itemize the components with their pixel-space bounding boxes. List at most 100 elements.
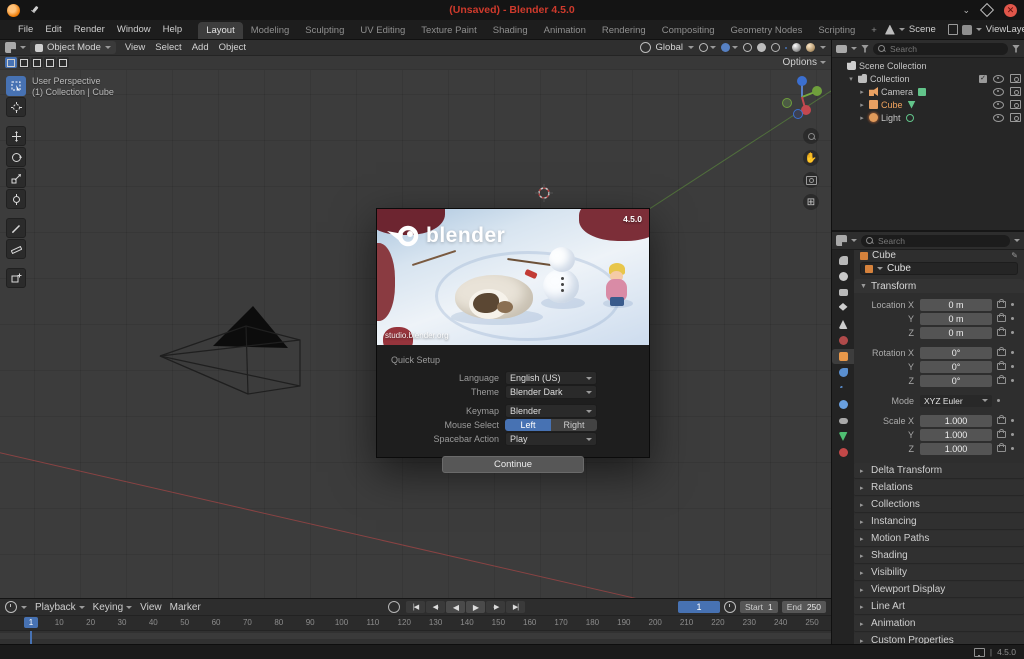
workspace-tab-texture-paint[interactable]: Texture Paint [413, 22, 484, 39]
gizmo-y-axis-negative[interactable] [783, 99, 792, 108]
3d-viewport[interactable]: Options User Perspective (1) Collection … [0, 56, 831, 598]
gizmo-y-axis[interactable] [812, 86, 822, 96]
panel-instancing[interactable]: ▸Instancing [854, 514, 1024, 530]
viewport-shading-solid-icon[interactable] [785, 47, 787, 49]
prev-keyframe-button[interactable]: ◀· [426, 601, 445, 613]
outliner-search-input[interactable] [888, 43, 1003, 55]
workspace-tab-shading[interactable]: Shading [485, 22, 536, 39]
keymap-select[interactable]: Blender [505, 404, 597, 418]
animate-dot-icon[interactable] [1011, 433, 1014, 436]
lock-icon[interactable] [997, 445, 1006, 452]
properties-tab-tool[interactable] [832, 253, 854, 268]
show-overlays-toggle[interactable] [757, 43, 766, 52]
outliner-filter-icon[interactable] [1012, 45, 1020, 53]
panel-animation[interactable]: ▸Animation [854, 616, 1024, 632]
select-mode-set-button[interactable] [5, 57, 17, 68]
add-cube-tool[interactable] [6, 268, 26, 288]
current-frame-marker[interactable]: 1 [24, 617, 38, 628]
hide-in-viewport-eye-icon[interactable] [993, 114, 1004, 122]
panel-viewport-display[interactable]: ▸Viewport Display [854, 582, 1024, 598]
current-frame-indicator[interactable] [30, 631, 32, 644]
view-layer-dropdown-caret[interactable] [976, 28, 982, 31]
mode-selector[interactable]: Object Mode [30, 41, 116, 54]
number-field[interactable]: 1.000 [920, 429, 992, 441]
camera-object[interactable] [148, 298, 318, 398]
workspace-tab-animation[interactable]: Animation [536, 22, 594, 39]
menu-help[interactable]: Help [157, 20, 189, 39]
animate-dot-icon[interactable] [1011, 365, 1014, 368]
panel-line-art[interactable]: ▸Line Art [854, 599, 1024, 615]
viewport-menu-object[interactable]: Object [214, 42, 251, 53]
add-workspace-button[interactable]: + [863, 22, 885, 39]
outliner-row-collection[interactable]: ▾Collection✓ [832, 72, 1024, 85]
continue-button[interactable]: Continue [442, 456, 584, 473]
options-dropdown[interactable]: Options [783, 57, 826, 68]
timeline-menu-playback[interactable]: Playback [31, 602, 89, 613]
properties-tab-output[interactable] [832, 285, 854, 300]
properties-editor-caret[interactable] [851, 239, 857, 242]
workspace-tab-rendering[interactable]: Rendering [594, 22, 654, 39]
timeline-menu-keying[interactable]: Keying [89, 602, 137, 613]
select-box-tool[interactable] [6, 76, 26, 96]
network-status-icon[interactable] [974, 648, 985, 657]
menu-edit[interactable]: Edit [39, 20, 67, 39]
twisty-icon[interactable]: ▸ [858, 101, 866, 109]
number-field[interactable]: 0 m [920, 299, 992, 311]
properties-tab-scene[interactable] [832, 317, 854, 332]
disable-in-renders-camera-icon[interactable] [1010, 74, 1021, 83]
viewport-shading-wireframe-icon[interactable] [771, 43, 780, 52]
play-button[interactable]: ▶ [466, 601, 485, 613]
auto-keying-toggle[interactable] [388, 601, 400, 613]
twisty-icon[interactable]: ▸ [858, 88, 866, 96]
lock-icon[interactable] [997, 349, 1006, 356]
orientation-caret[interactable] [688, 46, 694, 49]
workspace-tab-compositing[interactable]: Compositing [654, 22, 723, 39]
scale-tool[interactable] [6, 168, 26, 188]
proportional-editing-toggle[interactable] [721, 43, 738, 52]
window-minimize-button[interactable]: ⌄ [962, 6, 970, 15]
number-field[interactable]: 1.000 [920, 415, 992, 427]
panel-visibility[interactable]: ▸Visibility [854, 565, 1024, 581]
properties-tab-physics[interactable] [832, 397, 854, 412]
annotate-tool[interactable] [6, 218, 26, 238]
properties-editor-icon[interactable] [836, 235, 847, 246]
lock-icon[interactable] [997, 315, 1006, 322]
select-mode-intersect-button[interactable] [57, 57, 69, 68]
select-mode-subtract-button[interactable] [31, 57, 43, 68]
workspace-tab-uv-editing[interactable]: UV Editing [352, 22, 413, 39]
timeline-menu-marker[interactable]: Marker [166, 602, 205, 613]
scene-selector[interactable]: Scene [909, 24, 944, 35]
jump-to-end-button[interactable]: ▶| [506, 601, 525, 613]
panel-collections[interactable]: ▸Collections [854, 497, 1024, 513]
number-field[interactable]: 0° [920, 375, 992, 387]
properties-tab-constraints[interactable] [832, 413, 854, 428]
twisty-icon[interactable]: ▸ [858, 114, 866, 122]
scene-dropdown-caret[interactable] [899, 28, 905, 31]
lock-icon[interactable] [997, 377, 1006, 384]
disable-in-renders-camera-icon[interactable] [1010, 100, 1021, 109]
gizmo-z-axis-negative[interactable] [794, 110, 803, 119]
disable-in-renders-camera-icon[interactable] [1010, 113, 1021, 122]
animate-dot-icon[interactable] [1011, 447, 1014, 450]
hide-in-viewport-eye-icon[interactable] [993, 88, 1004, 96]
outliner-search[interactable] [873, 43, 1008, 55]
timeline-editor-icon[interactable] [5, 601, 17, 613]
properties-tab-view-layer[interactable] [832, 301, 854, 316]
properties-tab-render[interactable] [832, 269, 854, 284]
workspace-tab-scripting[interactable]: Scripting [810, 22, 863, 39]
outliner-row-light[interactable]: ▸Light [832, 111, 1024, 124]
animate-dot-icon[interactable] [1011, 419, 1014, 422]
rotation-mode-select[interactable]: XYZ Euler [920, 395, 992, 407]
show-gizmo-toggle[interactable] [743, 43, 752, 52]
outliner-row-cube[interactable]: ▸Cube [832, 98, 1024, 111]
spacebar-action-select[interactable]: Play [505, 432, 597, 446]
pan-hand-icon[interactable]: ✋ [803, 150, 819, 166]
properties-search-input[interactable] [876, 235, 1005, 247]
play-reverse-button[interactable]: ◀ [446, 601, 465, 613]
animate-dot-icon[interactable] [997, 399, 1000, 402]
window-close-button[interactable]: ✕ [1004, 4, 1017, 17]
next-keyframe-button[interactable]: ·▶ [486, 601, 505, 613]
navigation-gizmo[interactable] [779, 74, 825, 120]
hide-in-viewport-eye-icon[interactable] [993, 75, 1004, 83]
pin-id-icon[interactable]: ✎ [1011, 251, 1018, 260]
